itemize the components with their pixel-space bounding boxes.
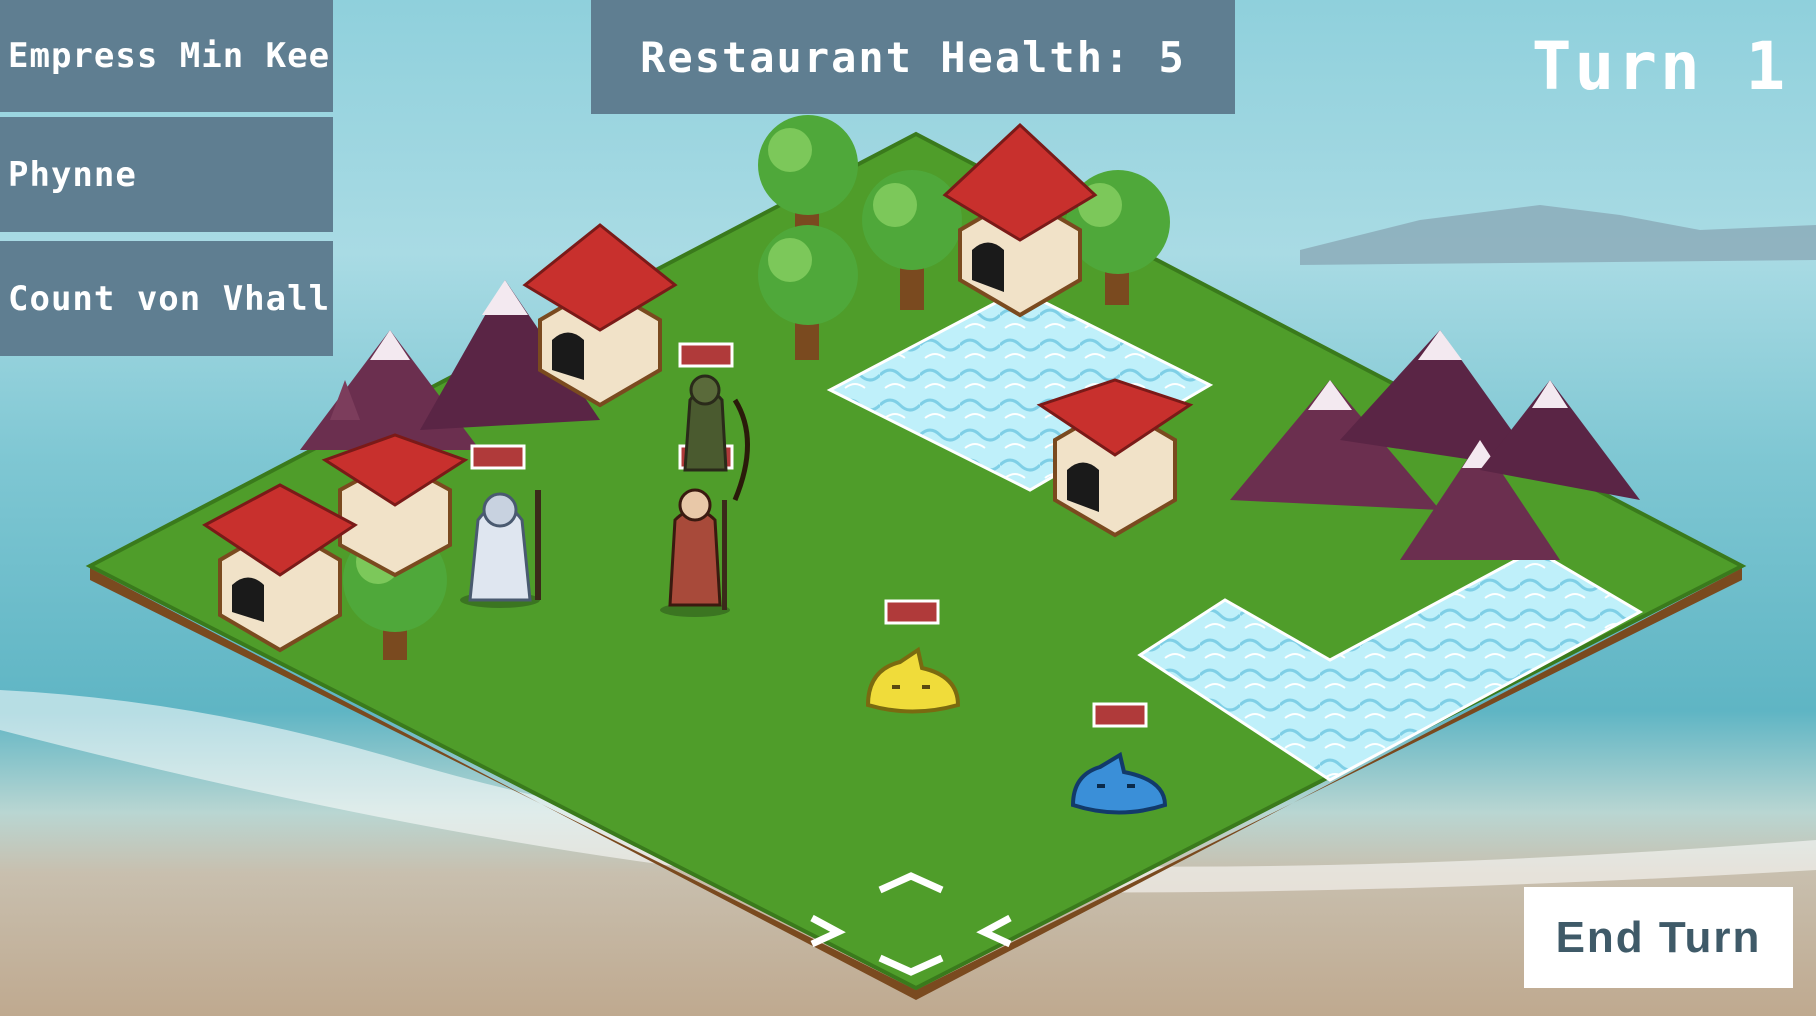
unit-health-bar bbox=[1092, 702, 1148, 728]
party-member-empress-min-kee[interactable]: Empress Min Kee bbox=[0, 0, 333, 112]
end-turn-button[interactable]: End Turn bbox=[1524, 887, 1793, 988]
unit-health-bar bbox=[470, 444, 526, 470]
party-member-phynne[interactable]: Phynne bbox=[0, 117, 333, 232]
turn-counter: Turn 1 bbox=[1531, 28, 1789, 105]
party-member-count-von-vhall[interactable]: Count von Vhall bbox=[0, 241, 333, 356]
unit-health-bar bbox=[884, 599, 940, 625]
restaurant-health-panel: Restaurant Health: 5 bbox=[591, 0, 1235, 114]
unit-health-bar bbox=[678, 342, 734, 368]
